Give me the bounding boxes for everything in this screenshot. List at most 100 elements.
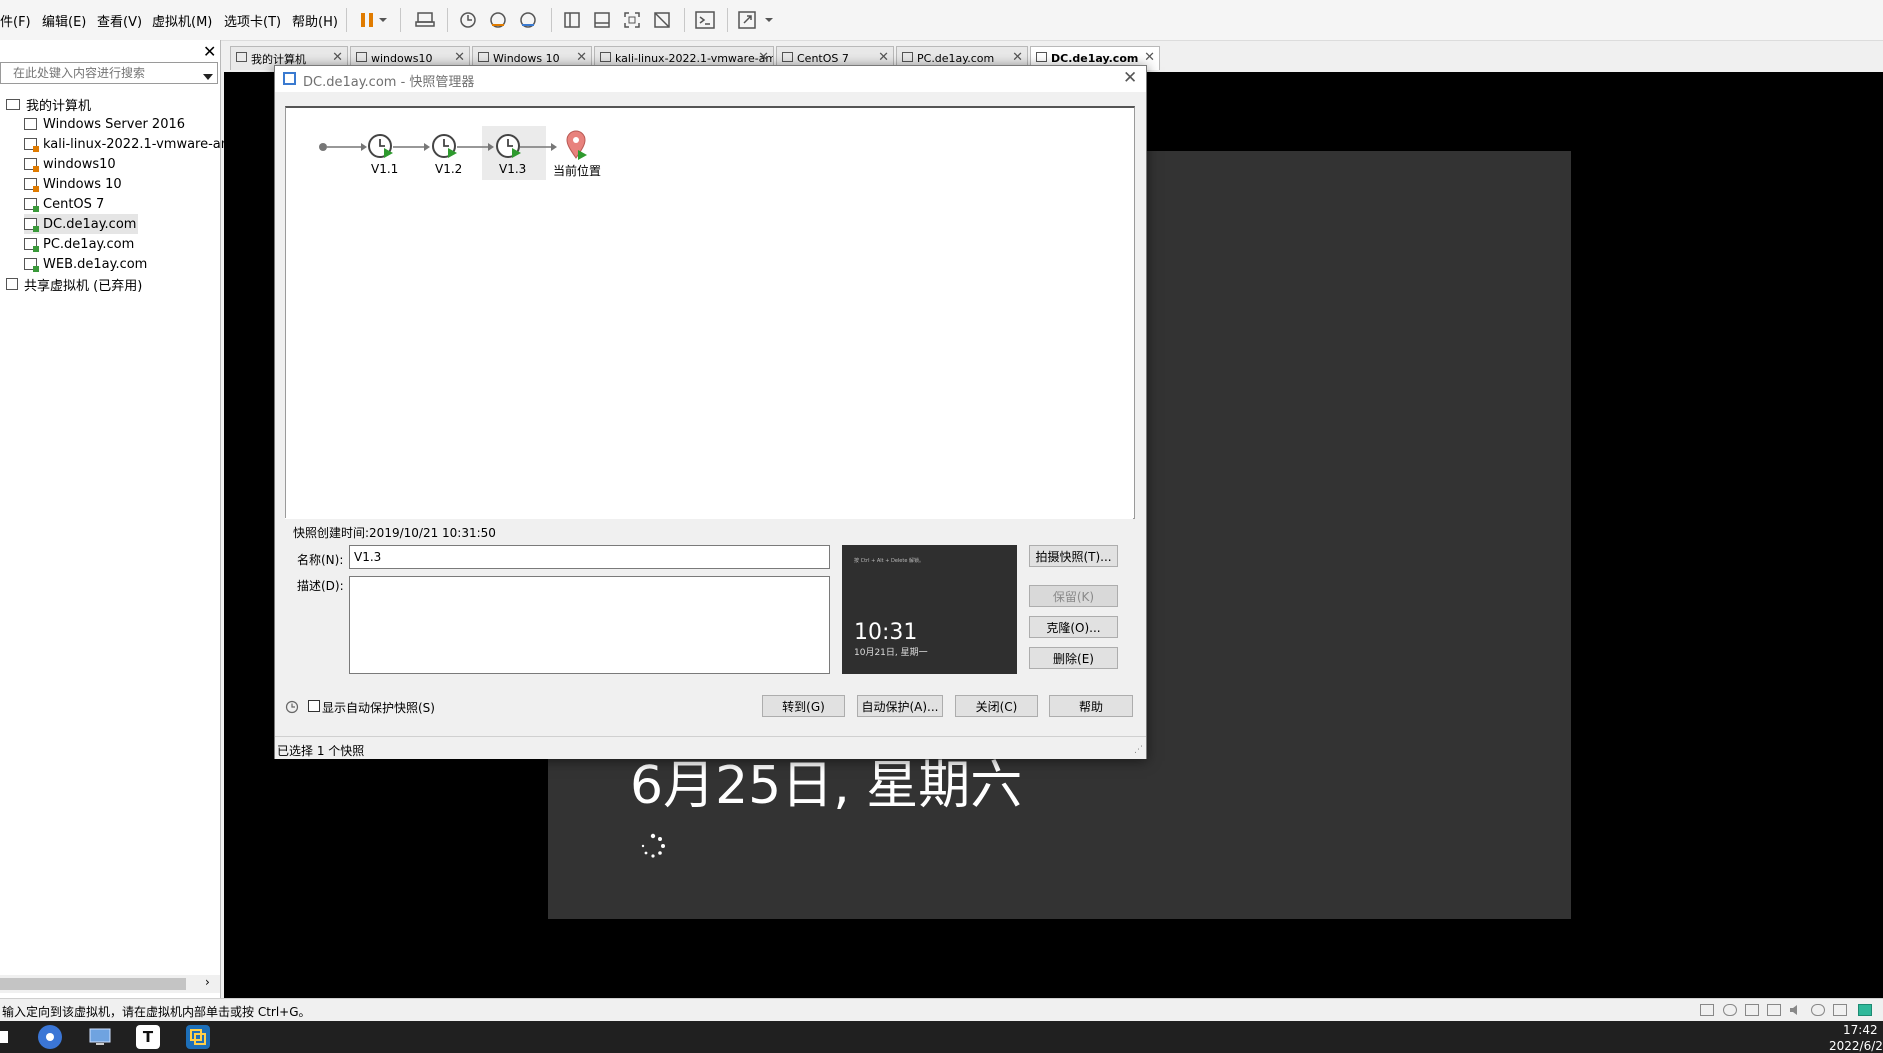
snapshot-take-icon[interactable] <box>456 8 480 32</box>
chevron-down-icon[interactable] <box>203 69 213 84</box>
menu-file[interactable]: 件(F) <box>0 11 31 30</box>
tree-item-vm[interactable]: Windows Server 2016 <box>24 114 185 134</box>
windows-start-icon[interactable] <box>0 1031 8 1043</box>
search-input[interactable] <box>1 63 205 83</box>
usb-icon[interactable] <box>1833 1004 1847 1016</box>
autoprotect-history-icon <box>285 700 299 718</box>
menu-vm[interactable]: 虚拟机(M) <box>152 11 212 30</box>
display-icon[interactable] <box>1811 1004 1825 1016</box>
autoprotect-button[interactable]: 自动保护(A)... <box>857 695 943 717</box>
status-text: 输入定向到该虚拟机，请在虚拟机内部单击或按 Ctrl+G。 <box>2 1005 311 1019</box>
tab-label: CentOS 7 <box>797 52 849 65</box>
dialog-titlebar[interactable]: DC.de1ay.com - 快照管理器 ✕ <box>275 66 1146 92</box>
send-ctrl-alt-del-icon[interactable] <box>413 8 437 32</box>
snapshot-label[interactable]: V1.1 <box>371 162 398 176</box>
cd-rom-icon[interactable] <box>1723 1004 1737 1016</box>
close-icon[interactable]: ✕ <box>758 50 769 65</box>
delete-button[interactable]: 删除(E) <box>1029 647 1118 669</box>
tree-item-vm[interactable]: WEB.de1ay.com <box>24 254 147 274</box>
chevron-down-icon[interactable] <box>762 8 776 32</box>
close-icon[interactable]: ✕ <box>878 50 889 65</box>
close-icon[interactable]: ✕ <box>1123 68 1137 88</box>
show-autoprotect-label[interactable]: 显示自动保护快照(S) <box>322 699 435 716</box>
vm-icon <box>782 52 793 62</box>
take-snapshot-button[interactable]: 拍摄快照(T)... <box>1029 545 1118 567</box>
typora-icon[interactable]: T <box>136 1025 160 1049</box>
close-icon[interactable]: ✕ <box>1012 50 1023 65</box>
tree-item-label: CentOS 7 <box>43 196 105 212</box>
scroll-right-icon[interactable]: › <box>205 975 210 989</box>
description-label: 描述(D): <box>297 579 344 593</box>
remote-desktop-icon[interactable] <box>88 1025 112 1049</box>
tree-item-label: kali-linux-2022.1-vmware-amd <box>43 136 242 152</box>
current-location-label[interactable]: 当前位置 <box>553 162 601 179</box>
taskbar-clock-date: 2022/6/2 <box>1829 1039 1883 1053</box>
help-button[interactable]: 帮助 <box>1049 695 1133 717</box>
snapshot-label[interactable]: V1.2 <box>435 162 462 176</box>
unity-icon[interactable] <box>650 8 674 32</box>
vm-off-icon <box>24 118 37 130</box>
snapshot-thumbnail: 按 Ctrl + Alt + Delete 解锁。 10:31 10月21日, … <box>842 545 1017 674</box>
toolbar-separator <box>400 8 401 32</box>
snapshot-root-node <box>319 143 327 151</box>
tree-item-vm[interactable]: windows10 <box>24 154 116 174</box>
keep-button[interactable]: 保留(K) <box>1029 585 1118 607</box>
menu-view[interactable]: 查看(V) <box>97 11 142 30</box>
close-icon[interactable]: ✕ <box>203 42 216 61</box>
taskbar-clock-time: 17:42 <box>1843 1023 1878 1037</box>
tree-item-shared[interactable]: 共享虚拟机 (已弃用) <box>6 274 142 294</box>
sound-icon[interactable] <box>1789 1004 1803 1016</box>
menu-tabs[interactable]: 选项卡(T) <box>224 11 281 30</box>
goto-button[interactable]: 转到(G) <box>762 695 845 717</box>
close-button[interactable]: 关闭(C) <box>955 695 1038 717</box>
vm-icon <box>478 52 489 62</box>
network-icon[interactable] <box>1745 1004 1759 1016</box>
show-autoprotect-checkbox[interactable] <box>308 700 320 712</box>
vm-running-icon <box>24 218 39 232</box>
menu-help[interactable]: 帮助(H) <box>292 11 338 30</box>
browser-icon[interactable] <box>38 1025 62 1049</box>
close-icon[interactable]: ✕ <box>576 50 587 65</box>
tab-label: Windows 10 <box>493 52 560 65</box>
tree-item-label: Windows Server 2016 <box>43 116 186 132</box>
messages-icon[interactable] <box>1858 1004 1872 1016</box>
library-search[interactable] <box>0 62 218 84</box>
snapshot-manager-icon[interactable] <box>516 8 540 32</box>
snapshot-label[interactable]: V1.3 <box>499 162 526 176</box>
full-screen-icon[interactable] <box>620 8 644 32</box>
tree-item-vm[interactable]: Windows 10 <box>24 174 122 194</box>
snapshot-tree[interactable]: V1.1 V1.2 V1.3 当前位置 <box>285 106 1135 519</box>
horizontal-scrollbar[interactable]: › <box>0 975 220 993</box>
close-icon[interactable]: ✕ <box>332 50 343 65</box>
clone-button[interactable]: 克隆(O)... <box>1029 616 1118 638</box>
thumbnail-bar-icon[interactable] <box>590 8 614 32</box>
stretch-icon[interactable] <box>736 8 760 32</box>
tree-item-my-computer[interactable]: 我的计算机 <box>6 94 91 114</box>
snapshot-node-v1-1-icon <box>368 134 393 158</box>
vm-icon <box>902 52 913 62</box>
printer-icon[interactable] <box>1767 1004 1781 1016</box>
hard-disk-icon[interactable] <box>1700 1004 1714 1016</box>
console-icon[interactable] <box>693 8 717 32</box>
tree-item-vm-selected[interactable]: DC.de1ay.com <box>24 214 139 234</box>
tree-item-label: DC.de1ay.com <box>43 216 137 232</box>
close-icon[interactable]: ✕ <box>1144 50 1155 65</box>
vm-paused-icon <box>24 158 39 172</box>
scrollbar-thumb[interactable] <box>0 978 186 990</box>
close-icon[interactable]: ✕ <box>454 50 465 65</box>
name-field[interactable] <box>349 545 830 569</box>
resize-grip-icon[interactable]: ⋰ <box>1134 745 1143 755</box>
tree-item-vm[interactable]: CentOS 7 <box>24 194 104 214</box>
vmware-icon[interactable] <box>186 1025 210 1049</box>
chevron-down-icon[interactable] <box>376 8 390 32</box>
tree-item-vm[interactable]: PC.de1ay.com <box>24 234 134 254</box>
tree-item-vm[interactable]: kali-linux-2022.1-vmware-amd <box>24 134 242 154</box>
vm-running-icon <box>24 258 39 272</box>
menu-edit[interactable]: 编辑(E) <box>42 11 86 30</box>
tree-item-label: PC.de1ay.com <box>43 236 135 252</box>
snapshot-revert-icon[interactable] <box>486 8 510 32</box>
thumbnail-top-text: 按 Ctrl + Alt + Delete 解锁。 <box>854 558 925 564</box>
show-library-icon[interactable] <box>560 8 584 32</box>
status-bar: 输入定向到该虚拟机，请在虚拟机内部单击或按 Ctrl+G。 <box>0 998 1883 1022</box>
description-field[interactable] <box>349 576 830 674</box>
